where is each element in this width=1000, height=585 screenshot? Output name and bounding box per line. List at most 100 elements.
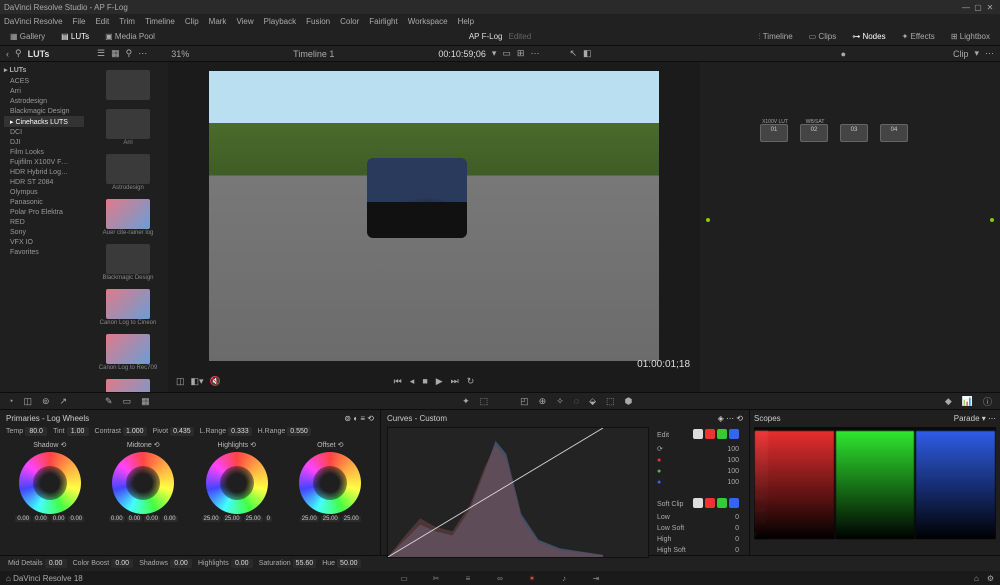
- graph-input[interactable]: [706, 218, 710, 222]
- tc-menu-icon[interactable]: ▾: [492, 48, 497, 59]
- clips-panel-button[interactable]: ▭ Clips: [805, 31, 841, 42]
- palette-blur-icon[interactable]: ◌: [574, 396, 579, 406]
- page-fairlight[interactable]: ♪: [557, 574, 571, 583]
- node[interactable]: 04: [880, 124, 908, 142]
- footer-param-highlights[interactable]: Highlights0.00: [198, 559, 253, 568]
- tool-arrow-icon[interactable]: ↗: [60, 396, 68, 407]
- page-media[interactable]: ▭: [397, 574, 411, 583]
- sidebar-item[interactable]: HDR ST 2084: [4, 177, 84, 187]
- menu-playback[interactable]: Playback: [264, 17, 296, 26]
- high-row[interactable]: High0: [657, 536, 739, 543]
- page-cut[interactable]: ✂: [429, 574, 443, 583]
- search-icon[interactable]: ⚲: [126, 48, 133, 59]
- sc-chip-b[interactable]: [729, 498, 739, 508]
- sidebar-item[interactable]: RED: [4, 217, 84, 227]
- page-fusion[interactable]: ∞: [493, 574, 507, 583]
- sidebar-item[interactable]: HDR Hybrid Log…: [4, 167, 84, 177]
- sc-chip-r[interactable]: [705, 498, 715, 508]
- footer-param-saturation[interactable]: Saturation55.60: [259, 559, 316, 568]
- close-button[interactable]: ✕: [984, 3, 996, 12]
- scopes-toggle-icon[interactable]: 📊: [962, 396, 973, 407]
- palette-3d-icon[interactable]: ⬢: [625, 396, 633, 407]
- tool-target-icon[interactable]: ⊚: [42, 396, 50, 407]
- graph-output[interactable]: [990, 218, 994, 222]
- settings-icon[interactable]: ⚙: [987, 574, 994, 583]
- color-wheel[interactable]: [19, 452, 81, 514]
- options-icon[interactable]: ⋯: [138, 48, 147, 59]
- palette-stab-icon[interactable]: ✧: [556, 396, 564, 407]
- param-contrast[interactable]: Contrast1.000: [95, 427, 147, 436]
- info-icon[interactable]: ⓘ: [983, 395, 992, 408]
- home-icon[interactable]: ⌂: [974, 574, 979, 583]
- lut-thumb[interactable]: [106, 109, 150, 139]
- menu-edit[interactable]: Edit: [95, 17, 109, 26]
- param-h.range[interactable]: H.Range0.550: [258, 427, 311, 436]
- lut-thumb[interactable]: [106, 379, 150, 392]
- tool-eyedrop-icon[interactable]: ✎: [105, 396, 113, 407]
- param-pivot[interactable]: Pivot0.435: [153, 427, 194, 436]
- stop-button[interactable]: ■: [422, 376, 427, 386]
- primaries-reset[interactable]: ⟲: [367, 414, 374, 423]
- palette-wand-icon[interactable]: ✦: [462, 396, 470, 407]
- menu-workspace[interactable]: Workspace: [408, 17, 448, 26]
- gallery-button[interactable]: ▦ Gallery: [6, 31, 49, 42]
- lut-thumb[interactable]: [106, 199, 150, 229]
- sidebar-item[interactable]: Film Looks: [4, 147, 84, 157]
- param-tint[interactable]: Tint1.00: [53, 427, 88, 436]
- sc-chip-l[interactable]: [693, 498, 703, 508]
- low-row[interactable]: Low0: [657, 514, 739, 521]
- step-back-button[interactable]: ◂: [410, 376, 415, 387]
- prev-clip-button[interactable]: ⏮: [394, 376, 402, 387]
- min-button[interactable]: —: [960, 3, 972, 12]
- sidebar-item[interactable]: Arri: [4, 86, 84, 96]
- keyframe-icon[interactable]: ◆: [945, 396, 952, 407]
- palette-adjust-icon[interactable]: ⬚: [480, 396, 489, 407]
- sidebar-item[interactable]: ACES: [4, 76, 84, 86]
- lut-thumb[interactable]: [106, 334, 150, 364]
- list-view-icon[interactable]: ☰: [97, 48, 105, 59]
- region-icon[interactable]: ◧: [583, 48, 592, 59]
- page-color[interactable]: ✶: [525, 574, 539, 583]
- curves-reset[interactable]: ⟲: [736, 414, 743, 423]
- timeline-name[interactable]: Timeline 1: [195, 49, 432, 59]
- sidebar-item[interactable]: Blackmagic Design: [4, 106, 84, 116]
- chip-blue[interactable]: [729, 429, 739, 439]
- footer-param-color-boost[interactable]: Color Boost0.00: [73, 559, 134, 568]
- sidebar-item[interactable]: Fujifilm X100V F…: [4, 157, 84, 167]
- mute-icon[interactable]: 🔇: [210, 376, 221, 387]
- menu-color[interactable]: Color: [340, 17, 359, 26]
- tool-crop-icon[interactable]: ◫: [23, 396, 32, 407]
- color-wheel[interactable]: [112, 452, 174, 514]
- param-l.range[interactable]: L.Range0.333: [200, 427, 252, 436]
- pointer-icon[interactable]: ↖: [569, 48, 577, 59]
- wipe-icon[interactable]: ◧▾: [191, 376, 204, 387]
- sidebar-item[interactable]: Olympus: [4, 187, 84, 197]
- sidebar-item[interactable]: ▸ Cinehacks LUTS: [4, 116, 84, 127]
- page-deliver[interactable]: ⇥: [589, 574, 603, 583]
- color-wheel[interactable]: [299, 452, 361, 514]
- clip-options-icon[interactable]: ⋯: [985, 48, 994, 59]
- node[interactable]: X100V LUT01: [760, 124, 788, 142]
- lut-thumb[interactable]: [106, 244, 150, 274]
- sidebar-item[interactable]: Sony: [4, 227, 84, 237]
- footer-param-hue[interactable]: Hue50.00: [322, 559, 360, 568]
- lowsoft-row[interactable]: Low Soft0: [657, 525, 739, 532]
- palette-sizing-icon[interactable]: ⬚: [606, 396, 615, 407]
- menu-fairlight[interactable]: Fairlight: [369, 17, 397, 26]
- lut-thumb[interactable]: [106, 70, 150, 100]
- edit-val-g[interactable]: ●100: [657, 468, 739, 475]
- curves-mode-icon[interactable]: ◈: [718, 414, 724, 423]
- menu-clip[interactable]: Clip: [185, 17, 199, 26]
- lut-thumb[interactable]: [106, 154, 150, 184]
- edit-val-r[interactable]: ●100: [657, 457, 739, 464]
- next-clip-button[interactable]: ⏭: [451, 376, 459, 387]
- timeline-panel-button[interactable]: ⫶ Timeline: [755, 31, 797, 43]
- tool-grid-icon[interactable]: ▦: [141, 396, 150, 407]
- sidebar-item[interactable]: DJI: [4, 137, 84, 147]
- split-view-icon[interactable]: ◫: [176, 376, 185, 387]
- page-edit[interactable]: ≡: [461, 574, 475, 583]
- footer-param-shadows[interactable]: Shadows0.00: [139, 559, 192, 568]
- scopes-mode[interactable]: Parade: [954, 414, 980, 423]
- pin-icon[interactable]: ⚲: [15, 48, 22, 59]
- palette-key-icon[interactable]: ⬙: [589, 396, 596, 407]
